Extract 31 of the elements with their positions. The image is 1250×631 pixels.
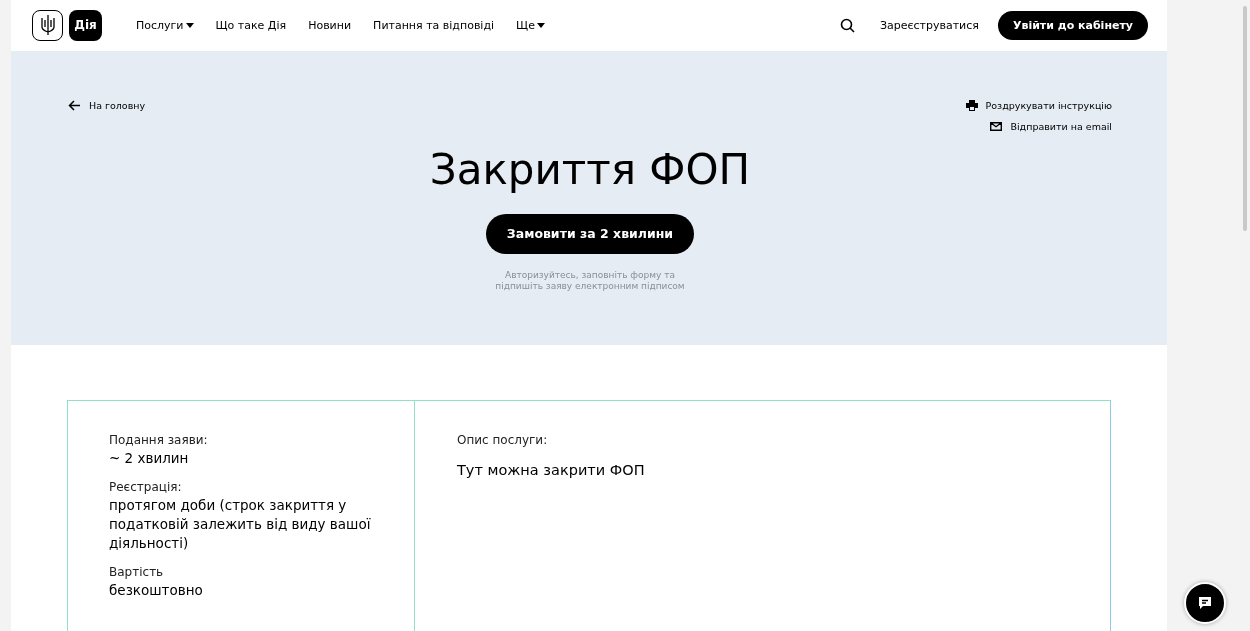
page-title: Закриття ФОП [429, 144, 751, 194]
action-link[interactable]: Роздрукувати інструкцію [965, 98, 1112, 113]
search-icon[interactable] [839, 18, 855, 33]
nav-link[interactable]: Що таке Дія [215, 19, 287, 32]
detail-label: Подання заяви: [109, 432, 209, 449]
description-text: Тут можна закрити ФОП [457, 462, 645, 478]
detail-value: ~ 2 хвилин [109, 449, 190, 468]
hint-text: Авторизуйтесь, заповніть форму та підпишіть заяву електронним підписом [494, 269, 686, 292]
nav-link[interactable]: Новини [308, 19, 352, 32]
detail-value: безкоштовно [109, 581, 204, 600]
detail-label: Реєстрація: [109, 479, 183, 496]
nav-link[interactable]: Послуги [136, 19, 194, 32]
login-button[interactable]: Увійти до кабінету [997, 11, 1148, 40]
printer-icon [965, 100, 978, 112]
trident-logo[interactable] [32, 10, 63, 41]
scrollbar-thumb[interactable] [1243, 6, 1247, 231]
action-link[interactable]: Відправити на email [990, 119, 1112, 134]
arrow-left-icon [68, 100, 81, 112]
trident-icon [39, 14, 56, 37]
detail-value: протягом доби (строк закриття у податковій залежить від виду вашої діяльності) [109, 496, 372, 553]
nav-link[interactable]: Ще [516, 19, 545, 32]
order-button[interactable]: Замовити за 2 хвилини [486, 213, 694, 254]
diia-logo[interactable]: Дія [69, 10, 102, 41]
back-link[interactable]: На головну [68, 98, 146, 113]
register-link[interactable]: Зареєструватися [879, 19, 979, 32]
envelope-icon [990, 122, 1003, 132]
chat-icon [1197, 595, 1213, 611]
chat-button[interactable] [1184, 582, 1226, 624]
nav-link[interactable]: Питання та відповіді [373, 19, 495, 32]
description-label: Опис послуги: [457, 432, 549, 449]
detail-label: Вартість [109, 564, 165, 581]
